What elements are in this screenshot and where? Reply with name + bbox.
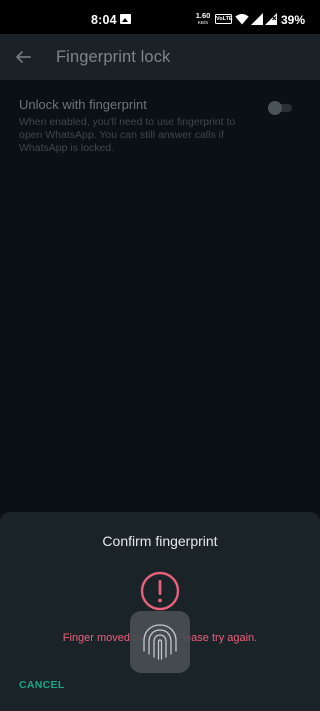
status-bar: 8:04 1.60 KB/S VoLTE 39%: [0, 0, 320, 34]
net-speed: 1.60 KB/S: [195, 12, 211, 25]
setting-title: Unlock with fingerprint: [19, 97, 147, 112]
gallery-icon: [120, 14, 131, 24]
page-title: Fingerprint lock: [56, 48, 171, 66]
wifi-icon: [235, 14, 249, 25]
net-speed-value: 1.60: [195, 11, 211, 20]
fingerprint-toggle[interactable]: [268, 101, 292, 115]
cancel-button[interactable]: CANCEL: [19, 679, 65, 691]
signal-icon-no-data: [265, 13, 277, 25]
volte-badge: VoLTE: [215, 14, 233, 24]
fingerprint-icon: [143, 624, 177, 660]
toolbar: Fingerprint lock: [0, 34, 320, 80]
dialog-title: Confirm fingerprint: [102, 533, 218, 549]
status-time: 8:04: [91, 13, 117, 27]
signal-icon: [251, 13, 263, 25]
toggle-thumb: [268, 101, 282, 115]
screen: 8:04 1.60 KB/S VoLTE 39% Fingerprint loc…: [0, 0, 320, 711]
setting-description: When enabled, you'll need to use fingerp…: [19, 116, 236, 154]
fingerprint-dialog: Confirm fingerprint Finger moved too fas…: [0, 512, 320, 711]
setting-unlock-with-fingerprint[interactable]: Unlock with fingerprint When enabled, yo…: [19, 97, 309, 155]
fingerprint-sensor-overlay: [130, 611, 190, 673]
net-speed-unit: KB/S: [197, 19, 209, 25]
arrow-left-icon[interactable]: [12, 46, 34, 68]
battery-percent: 39%: [281, 13, 306, 27]
error-icon: [140, 571, 180, 611]
